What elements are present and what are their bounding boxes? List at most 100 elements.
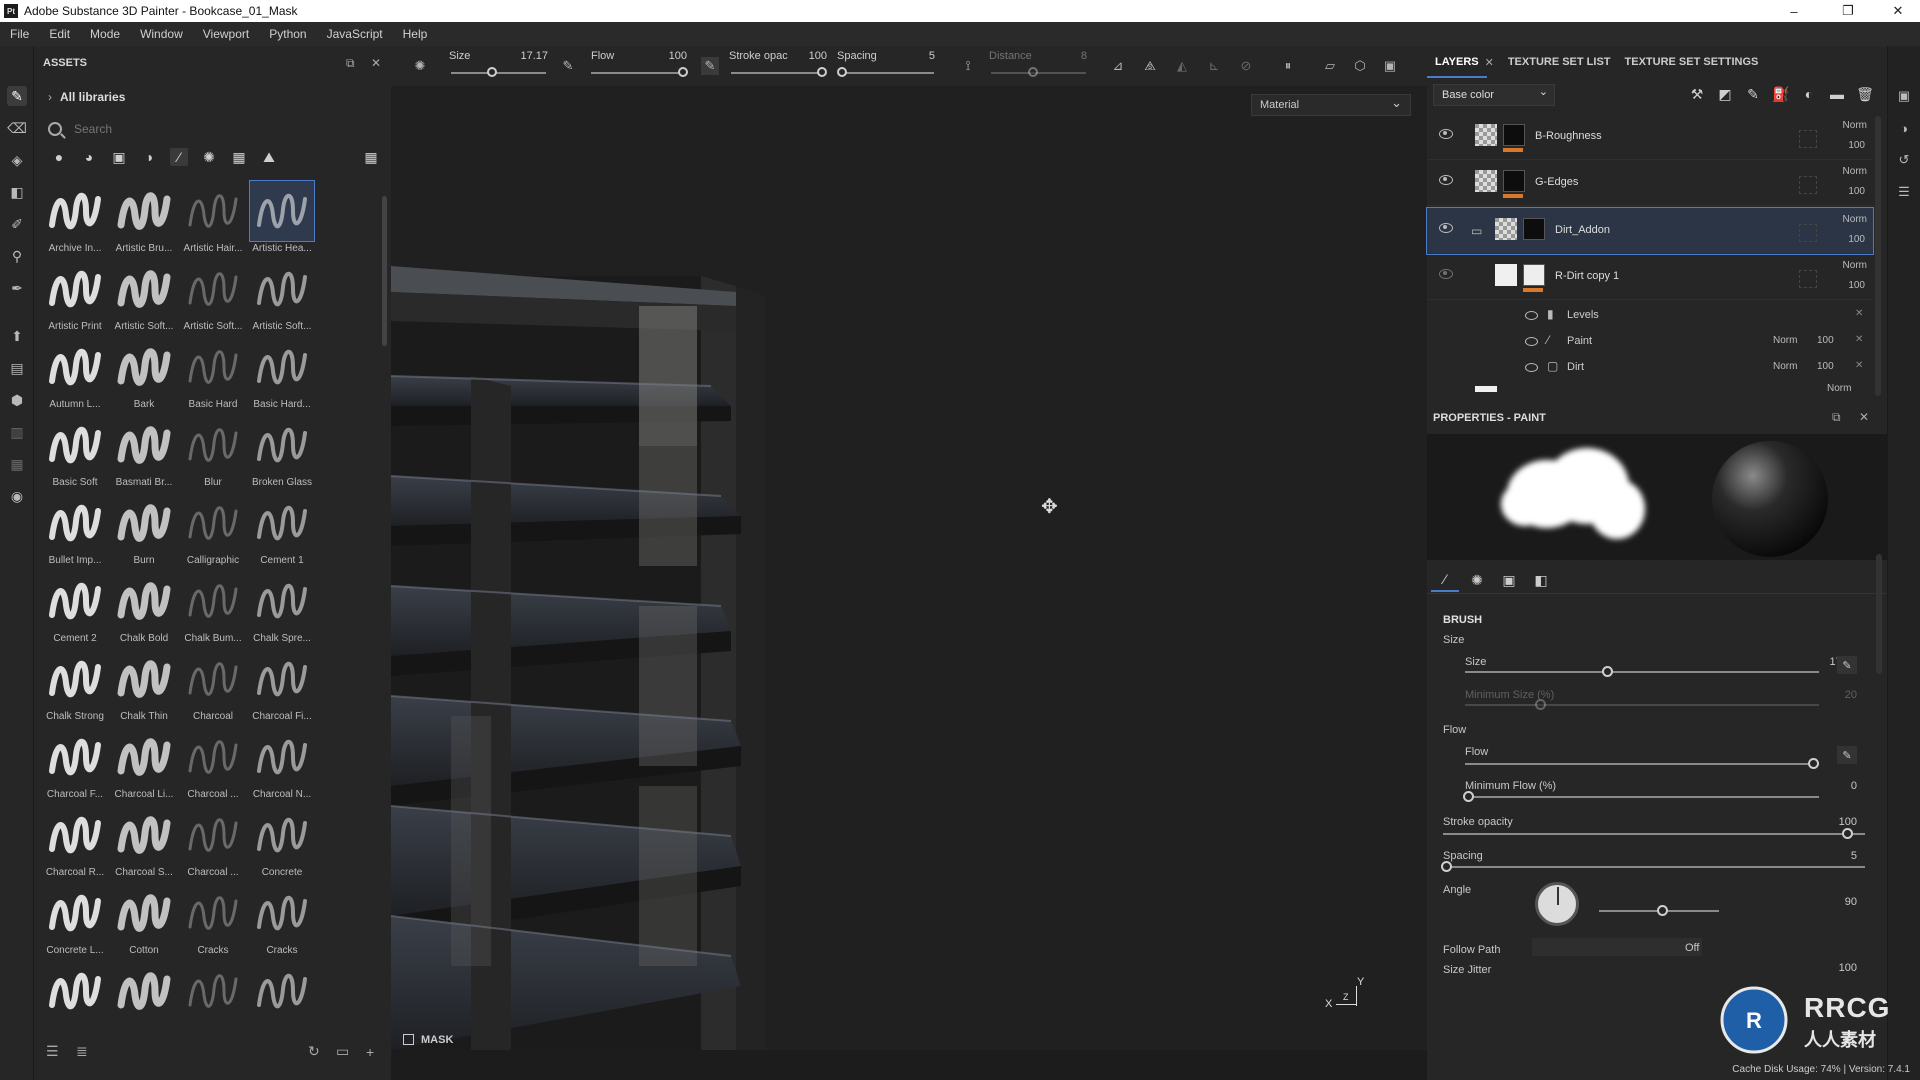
angle-knob[interactable] bbox=[1657, 905, 1668, 916]
add-paint-layer-icon[interactable]: ✎ bbox=[1743, 84, 1763, 104]
mirror-icon[interactable]: ⧌ bbox=[1141, 57, 1159, 75]
min-flow-value[interactable]: 0 bbox=[1817, 780, 1857, 792]
brushes-filter-icon[interactable]: ⁄ bbox=[170, 148, 188, 166]
visibility-eye-icon[interactable] bbox=[1439, 223, 1453, 233]
menu-viewport[interactable]: Viewport bbox=[193, 27, 259, 41]
mirror-axis-icon[interactable]: ◭ bbox=[1173, 57, 1191, 75]
effect-name[interactable]: Dirt bbox=[1567, 361, 1584, 373]
refresh-icon[interactable]: ↻ bbox=[308, 1043, 320, 1060]
min-flow-knob[interactable] bbox=[1463, 791, 1474, 802]
tb-spacing-value[interactable]: 5 bbox=[905, 50, 935, 62]
tb-size-knob[interactable] bbox=[487, 67, 497, 77]
size-jitter-value[interactable]: 100 bbox=[1817, 962, 1857, 974]
layer-opacity[interactable]: 100 bbox=[1815, 140, 1865, 151]
effect-blend[interactable]: Norm bbox=[1773, 361, 1797, 372]
brush-tile[interactable]: Chalk Bold bbox=[111, 570, 177, 648]
layer-name[interactable]: Dirt_Addon bbox=[1555, 224, 1610, 236]
folder-icon[interactable]: ▭ bbox=[1471, 224, 1482, 238]
paint-brush-icon[interactable]: ✎ bbox=[7, 86, 27, 106]
minimize-button[interactable]: – bbox=[1774, 0, 1814, 22]
add-mask-icon[interactable]: ◩ bbox=[1715, 84, 1735, 104]
flow-slider-knob[interactable] bbox=[1808, 758, 1819, 769]
layer-row[interactable]: R-Dirt copy 1 Norm 100 bbox=[1427, 254, 1873, 300]
layer-name[interactable]: B-Roughness bbox=[1535, 130, 1602, 142]
popout-icon[interactable]: ⧉ bbox=[346, 56, 355, 71]
follow-path-toggle[interactable] bbox=[1532, 938, 1702, 956]
close-icon[interactable]: ✕ bbox=[371, 56, 381, 70]
remove-effect-icon[interactable]: ✕ bbox=[1855, 308, 1863, 319]
layer-opacity[interactable]: 100 bbox=[1815, 280, 1865, 291]
filter-list-icon[interactable]: ☰ bbox=[46, 1043, 59, 1060]
line-icon[interactable]: ⊿ bbox=[1109, 57, 1127, 75]
brush-tile[interactable]: Artistic Hair... bbox=[180, 180, 246, 258]
properties-scrollbar[interactable] bbox=[1876, 554, 1882, 674]
tab-layers[interactable]: LAYERS bbox=[1435, 56, 1479, 68]
brush-tile[interactable]: Charcoal R... bbox=[42, 804, 108, 882]
spacing-knob[interactable] bbox=[1441, 861, 1452, 872]
materials-icon[interactable]: ⬢ bbox=[7, 390, 27, 410]
brush-tile[interactable] bbox=[249, 960, 315, 1038]
brush-tile[interactable]: Artistic Soft... bbox=[180, 258, 246, 336]
masks-filter-icon[interactable]: ▣ bbox=[110, 148, 128, 166]
pause-icon[interactable]: ⏸ bbox=[1279, 57, 1297, 75]
brush-tile[interactable]: Autumn L... bbox=[42, 336, 108, 414]
color-picker-icon[interactable]: ✒ bbox=[7, 278, 27, 298]
close-layers-tab-icon[interactable]: ✕ bbox=[1485, 56, 1494, 69]
menu-help[interactable]: Help bbox=[393, 27, 438, 41]
menu-javascript[interactable]: JavaScript bbox=[317, 27, 393, 41]
effect-opacity[interactable]: 100 bbox=[1817, 361, 1834, 372]
pen-pressure-icon[interactable]: ✎ bbox=[559, 57, 577, 75]
min-size-slider[interactable] bbox=[1465, 704, 1819, 706]
stroke-opacity-knob[interactable] bbox=[1842, 828, 1853, 839]
layers-scrollbar[interactable] bbox=[1875, 116, 1881, 396]
ruler-icon[interactable]: ▥ bbox=[7, 422, 27, 442]
tab-texture-set-settings[interactable]: TEXTURE SET SETTINGS bbox=[1625, 56, 1759, 68]
mask-thumbnail[interactable] bbox=[1523, 264, 1545, 286]
follow-path-value[interactable]: Off bbox=[1685, 942, 1699, 954]
brush-tile[interactable]: Bullet Imp... bbox=[42, 492, 108, 570]
close-button[interactable]: ✕ bbox=[1878, 0, 1918, 22]
brush-tile[interactable]: Cracks bbox=[180, 882, 246, 960]
visibility-eye-icon[interactable] bbox=[1439, 269, 1453, 279]
brush-tile[interactable]: Charcoal N... bbox=[249, 726, 315, 804]
brush-tile[interactable]: Charcoal S... bbox=[111, 804, 177, 882]
tb-spacing-slider[interactable] bbox=[839, 72, 934, 74]
brush-tile[interactable]: Chalk Strong bbox=[42, 648, 108, 726]
tb-distance-knob[interactable] bbox=[1028, 67, 1038, 77]
camera-view-icon[interactable]: ▣ bbox=[1381, 57, 1399, 75]
brush-tile[interactable]: Burn bbox=[111, 492, 177, 570]
assets-scrollbar[interactable] bbox=[382, 196, 387, 346]
layer-row-selected[interactable]: ▭ Dirt_Addon Norm 100 bbox=[1426, 207, 1874, 255]
spacing-slider[interactable] bbox=[1443, 866, 1865, 868]
layer-name[interactable]: G-Edges bbox=[1535, 176, 1578, 188]
clone-stamp-icon[interactable]: ⚲ bbox=[7, 246, 27, 266]
min-size-value[interactable]: 20 bbox=[1817, 689, 1857, 701]
menu-python[interactable]: Python bbox=[259, 27, 316, 41]
layer-opacity[interactable]: 100 bbox=[1815, 234, 1865, 245]
min-size-knob[interactable] bbox=[1535, 699, 1546, 710]
brush-tile[interactable]: Basmati Br... bbox=[111, 414, 177, 492]
tb-size-value[interactable]: 17.17 bbox=[518, 50, 548, 62]
add-folder-icon[interactable]: ▬ bbox=[1827, 84, 1847, 104]
stencil-tab-icon[interactable]: ▣ bbox=[1495, 568, 1523, 592]
camera-icon[interactable]: ◉ bbox=[7, 486, 27, 506]
min-flow-slider[interactable] bbox=[1465, 796, 1819, 798]
flow-pen-pressure-icon[interactable]: ✎ bbox=[1837, 746, 1857, 764]
stroke-opacity-value[interactable]: 100 bbox=[1817, 816, 1857, 828]
mask-toggle-icon[interactable]: ⊘ bbox=[1237, 57, 1255, 75]
projection-icon[interactable]: ◈ bbox=[7, 150, 27, 170]
asset-search[interactable] bbox=[48, 118, 378, 140]
grid-view-icon[interactable]: ▦ bbox=[362, 148, 380, 166]
brush-tile[interactable] bbox=[111, 960, 177, 1038]
size-slider-knob[interactable] bbox=[1602, 666, 1613, 677]
viewport-mode-select[interactable]: Material bbox=[1251, 94, 1411, 116]
materials-filter-icon[interactable]: ● bbox=[50, 148, 68, 166]
3d-view-icon[interactable]: ⬡ bbox=[1351, 57, 1369, 75]
tb-stroke-value[interactable]: 100 bbox=[797, 50, 827, 62]
tb-distance-value[interactable]: 8 bbox=[1057, 50, 1087, 62]
mask-thumbnail[interactable] bbox=[1503, 170, 1525, 192]
effect-name[interactable]: Paint bbox=[1567, 335, 1592, 347]
brush-tile[interactable]: Cement 1 bbox=[249, 492, 315, 570]
menu-file[interactable]: File bbox=[0, 27, 39, 41]
brush-tile[interactable]: Basic Hard... bbox=[249, 336, 315, 414]
